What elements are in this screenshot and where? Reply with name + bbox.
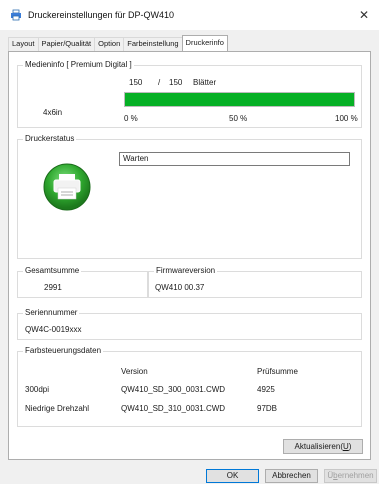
refresh-label-prefix: Aktualisieren( [294,442,343,451]
printer-icon [11,9,21,21]
firmware-label: Firmwareversion [154,266,218,276]
refresh-button[interactable]: Aktualisieren(U) [283,439,363,454]
media-count-separator: / [158,78,161,87]
apply-label-suffix: ernehmen [337,471,374,480]
serial-number-value: QW4C-0019xxx [25,325,82,334]
tab-color-settings[interactable]: Farbeinstellung [123,37,183,51]
tab-paper-quality[interactable]: Papier/Qualität [37,37,96,51]
apply-button[interactable]: Übernehmen [324,469,377,483]
media-count-unit: Blätter [193,78,217,87]
paper-size-label: 4x6in [43,108,63,117]
row-1-name: 300dpi [25,385,50,394]
tab-strip: Layout Papier/Qualität Option Farbeinste… [8,35,228,51]
media-count-total: 150 [169,78,183,87]
row-2-name: Niedrige Drehzahl [25,404,90,413]
tab-layout[interactable]: Layout [8,37,39,51]
color-control-label: Farbsteuerungsdaten [23,346,104,356]
close-icon: ✕ [358,8,370,22]
total-count-group: Gesamtsumme 2991 [17,266,148,298]
media-remaining-fill [125,93,354,106]
serial-number-group: Seriennummer QW4C-0019xxx [17,308,362,340]
header-version: Version [121,367,148,376]
row-2-checksum: 97DB [257,404,278,413]
close-button[interactable]: ✕ [349,0,379,30]
printer-status-label: Druckerstatus [23,134,77,144]
scale-50: 50 % [229,114,248,123]
printer-status-group: Druckerstatus Warten [17,134,362,259]
serial-number-label: Seriennummer [23,308,80,318]
media-info-group: Medieninfo [ Premium Digital ] 150 / 150… [17,60,362,128]
printer-status-field: Warten [119,152,350,166]
row-1-version: QW410_SD_300_0031.CWD [121,385,226,394]
media-remaining-progress [124,92,355,107]
header-checksum: Prüfsumme [257,367,298,376]
row-1-checksum: 4925 [257,385,275,394]
total-count-label: Gesamtsumme [23,266,82,276]
tab-option[interactable]: Option [94,37,125,51]
total-count-value: 2991 [44,283,62,292]
media-count-current: 150 [129,78,143,87]
firmware-group: Firmwareversion QW410 00.37 [148,266,362,298]
window-title: Druckereinstellungen für DP-QW410 [28,10,175,20]
row-2-version: QW410_SD_310_0031.CWD [121,404,226,413]
media-info-label: Medieninfo [ Premium Digital ] [23,60,134,70]
tab-printer-info[interactable]: Druckerinfo [181,35,228,51]
printer-info-panel: Medieninfo [ Premium Digital ] 150 / 150… [8,51,371,460]
scale-0: 0 % [124,114,138,123]
title-bar: Druckereinstellungen für DP-QW410 ✕ [0,0,379,30]
ok-button[interactable]: OK [206,469,259,483]
refresh-label-suffix: ) [348,442,352,451]
printer-status-ok-icon [43,163,91,211]
color-control-group: Farbsteuerungsdaten Version Prüfsumme 30… [17,346,362,427]
scale-100: 100 % [335,114,358,123]
cancel-button[interactable]: Abbrechen [265,469,318,483]
firmware-value: QW410 00.37 [155,283,205,292]
